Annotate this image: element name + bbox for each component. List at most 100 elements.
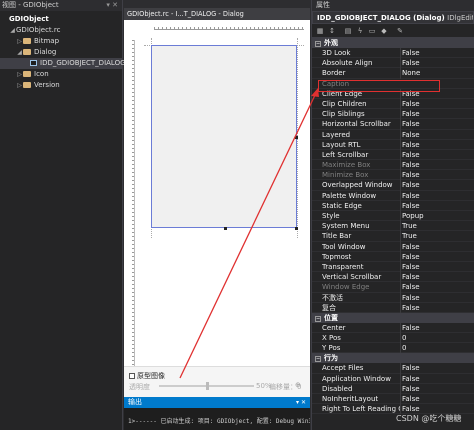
property-value[interactable]: True (400, 221, 474, 232)
property-pages-icon[interactable]: ✎ (396, 27, 404, 35)
messages-icon[interactable]: ▭ (368, 27, 376, 35)
property-value[interactable]: False (400, 58, 474, 69)
panel-pin-icon[interactable]: ▾ ✕ (106, 0, 118, 11)
tree-node[interactable]: ▷ Icon (0, 69, 122, 80)
property-value[interactable]: False (400, 149, 474, 161)
categorized-icon[interactable]: ▦ (316, 27, 324, 35)
property-value[interactable]: False (400, 383, 474, 395)
property-value[interactable]: False (400, 48, 474, 59)
property-value[interactable]: False (400, 109, 474, 120)
resize-handle[interactable] (224, 227, 227, 230)
property-row[interactable]: Application Window False (312, 373, 474, 384)
property-row[interactable]: NoInheritLayout False (312, 394, 474, 405)
slider-thumb[interactable] (206, 382, 209, 390)
property-row[interactable]: Clip Children False (312, 98, 474, 110)
tree-node[interactable]: ▷ Version (0, 80, 122, 91)
property-value[interactable]: False (400, 119, 474, 130)
property-row[interactable]: Transparent False (312, 261, 474, 273)
property-row[interactable]: Overlapped Window False (312, 180, 474, 191)
expand-arrow-icon[interactable]: ▷ (16, 36, 23, 47)
property-value[interactable]: False (400, 363, 474, 374)
property-value[interactable]: False (400, 180, 474, 191)
output-panel-controls-icon[interactable]: ▾ ✕ (296, 397, 306, 408)
expand-arrow-icon[interactable]: ▷ (16, 80, 23, 91)
resize-handle[interactable] (295, 227, 298, 230)
property-value[interactable]: False (400, 241, 474, 252)
property-row[interactable]: Maximize Box False (312, 160, 474, 171)
property-row[interactable]: 3D Look False (312, 48, 474, 59)
collapse-icon[interactable]: − (315, 315, 321, 322)
dialog-preview[interactable] (151, 45, 297, 228)
property-value[interactable]: False (400, 160, 474, 171)
overrides-icon[interactable]: ◆ (380, 27, 388, 35)
property-row[interactable]: Minimize Box False (312, 170, 474, 181)
property-value[interactable]: None (400, 68, 474, 79)
property-row[interactable]: Tool Window False (312, 241, 474, 252)
property-value[interactable]: False (400, 170, 474, 181)
prototype-image-checkbox[interactable]: 原型图像 (129, 371, 165, 381)
property-value[interactable]: False (400, 302, 474, 313)
tree-node[interactable]: ◢GDIObject.rc (0, 25, 122, 36)
zoom-icon[interactable]: ⊕ (295, 381, 301, 389)
property-row[interactable]: Center False (312, 322, 474, 334)
property-section-header[interactable]: − 外观 (312, 38, 474, 48)
property-row[interactable]: Title Bar True (312, 231, 474, 242)
property-row[interactable]: Layered False (312, 129, 474, 140)
collapse-icon[interactable]: − (315, 41, 321, 47)
property-value[interactable]: False (400, 190, 474, 201)
expand-arrow-icon[interactable]: ▷ (16, 69, 23, 80)
collapse-icon[interactable]: − (315, 356, 321, 363)
selected-object-dropdown[interactable]: IDD_GDIOBJECT_DIALOG (Dialog) IDlgEditor (312, 11, 474, 24)
property-row[interactable]: Layout RTL False (312, 139, 474, 150)
tree-node[interactable]: IDD_GDIOBJECT_DIALOG (0, 58, 126, 69)
property-value[interactable]: False (400, 139, 474, 150)
property-row[interactable]: Style Popup (312, 211, 474, 222)
property-value[interactable]: 0 (400, 343, 474, 354)
property-row[interactable]: Window Edge False (312, 282, 474, 293)
property-row[interactable]: Absolute Align False (312, 58, 474, 69)
property-row[interactable]: Vertical Scrollbar False (312, 272, 474, 283)
tree-node[interactable]: ◢ Dialog (0, 47, 122, 58)
property-row[interactable]: Palette Window False (312, 190, 474, 201)
property-row[interactable]: Left Scrollbar False (312, 149, 474, 161)
property-value[interactable]: False (400, 322, 474, 334)
property-row[interactable]: System Menu True (312, 221, 474, 232)
properties-icon[interactable]: ▤ (344, 27, 352, 35)
property-value[interactable]: False (400, 282, 474, 293)
property-value[interactable]: True (400, 231, 474, 242)
property-value[interactable]: False (400, 292, 474, 303)
tree-node[interactable]: GDIObject (0, 14, 122, 25)
property-value[interactable]: False (400, 272, 474, 283)
property-section-header[interactable]: − 行为 (312, 353, 474, 364)
property-value[interactable]: False (400, 251, 474, 262)
editor-tab[interactable]: GDIObject.rc - I...T_DIALOG - Dialog (124, 8, 310, 20)
property-row[interactable]: Border None (312, 68, 474, 79)
property-section-header[interactable]: − 位置 (312, 312, 474, 323)
property-row[interactable]: Topmost False (312, 251, 474, 262)
property-row[interactable]: Disabled False (312, 383, 474, 395)
resize-handle[interactable] (295, 136, 298, 139)
property-row[interactable]: X Pos 0 (312, 333, 474, 344)
transparency-slider[interactable] (159, 382, 254, 390)
property-row[interactable]: 复合 False (312, 302, 474, 313)
alphabetical-icon[interactable]: ↕ (328, 27, 336, 35)
property-row[interactable]: Clip Siblings False (312, 109, 474, 120)
property-row[interactable]: Accept Files False (312, 363, 474, 374)
property-value[interactable]: False (400, 200, 474, 212)
expand-arrow-icon[interactable]: ◢ (9, 25, 16, 36)
property-value[interactable]: False (400, 261, 474, 273)
events-icon[interactable]: ϟ (356, 27, 364, 35)
property-value[interactable]: 0 (400, 333, 474, 344)
tree-node[interactable]: ▷ Bitmap (0, 36, 122, 47)
property-value[interactable]: False (400, 373, 474, 384)
property-row[interactable]: Horizontal Scrollbar False (312, 119, 474, 130)
property-value[interactable]: False (400, 394, 474, 405)
expand-arrow-icon[interactable]: ◢ (16, 47, 23, 58)
property-value[interactable]: Popup (400, 211, 474, 222)
property-row[interactable]: Static Edge False (312, 200, 474, 212)
property-row[interactable]: 不激活 False (312, 292, 474, 303)
property-value[interactable]: False (400, 129, 474, 140)
checkbox-box[interactable] (129, 373, 135, 379)
property-value[interactable]: False (400, 98, 474, 110)
property-row[interactable]: Y Pos 0 (312, 343, 474, 354)
